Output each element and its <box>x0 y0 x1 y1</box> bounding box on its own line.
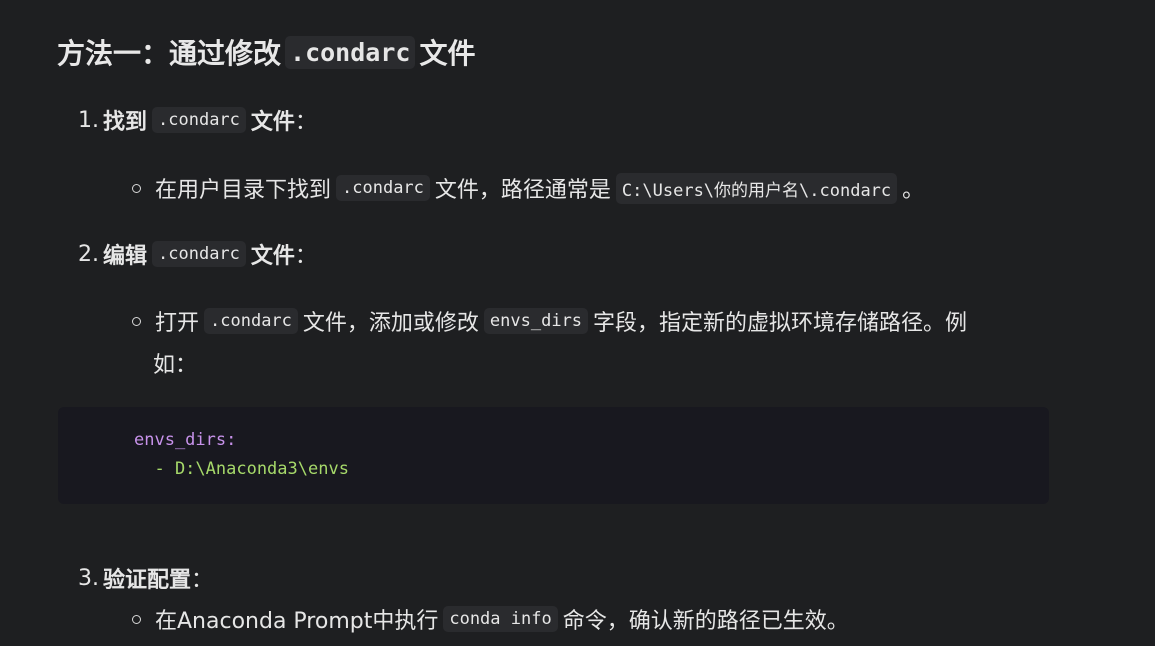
bullet-circle-icon <box>132 316 141 326</box>
step-title-text: 找到 <box>103 110 148 135</box>
step-number: 2. <box>78 241 99 267</box>
heading-inline-code: .condarc <box>285 35 416 69</box>
bullet-inline-code: conda info <box>443 606 558 632</box>
step-1-bullet: 在用户目录下找到 .condarc 文件，路径通常是 C:\Users\你的用户… <box>132 172 924 204</box>
step-title-text: 编辑 <box>103 244 148 269</box>
step-3-bullet: 在Anaconda Prompt中执行 conda info 命令，确认新的路径… <box>132 603 849 635</box>
bullet-continuation: 如： <box>153 353 198 378</box>
step-title-colon: ： <box>294 110 317 135</box>
bullet-text: 命令，确认新的路径已生效。 <box>562 609 849 634</box>
bullet-text: 文件，路径通常是 <box>434 178 611 203</box>
bullet-text: 。 <box>902 178 925 203</box>
bullet-text: 打开 <box>155 311 200 336</box>
step-3-title: 3. 验证配置 ： <box>78 562 213 594</box>
step-title-text: 文件 <box>250 110 295 135</box>
section-heading: 方法一：通过修改 .condarc 文件 <box>57 32 475 72</box>
code-line-value: - D:\Anaconda3\envs <box>134 459 349 479</box>
step-title-code: .condarc <box>152 241 246 267</box>
bullet-inline-code: envs_dirs <box>483 308 589 334</box>
step-2-title: 2. 编辑 .condarc 文件 ： <box>78 238 317 270</box>
step-title-colon: ： <box>191 568 214 593</box>
bullet-text: 在用户目录下找到 <box>155 178 332 203</box>
step-title-code: .condarc <box>152 107 246 133</box>
step-number: 1. <box>78 107 99 133</box>
step-2-bullet: 打开 .condarc 文件，添加或修改 envs_dirs 字段，指定新的虚拟… <box>132 305 967 337</box>
bullet-circle-icon <box>132 183 141 193</box>
code-line-key: envs_dirs: <box>134 430 237 450</box>
bullet-circle-icon <box>132 614 141 624</box>
bullet-text: 文件，添加或修改 <box>302 311 479 336</box>
bullet-text: 在Anaconda Prompt中执行 <box>155 609 439 634</box>
bullet-text: 字段，指定新的虚拟环境存储路径。例 <box>593 311 968 336</box>
heading-prefix: 方法一：通过修改 <box>57 37 282 70</box>
bullet-inline-code: .condarc <box>204 308 298 334</box>
step-1-title: 1. 找到 .condarc 文件 ： <box>78 104 317 136</box>
code-block: envs_dirs: - D:\Anaconda3\envs <box>58 407 1049 504</box>
bullet-inline-code: C:\Users\你的用户名\.condarc <box>615 172 898 204</box>
step-title-colon: ： <box>294 244 317 269</box>
step-title-text: 验证配置 <box>103 568 192 593</box>
step-number: 3. <box>78 565 99 591</box>
heading-suffix: 文件 <box>419 37 476 70</box>
bullet-inline-code: .condarc <box>336 175 430 201</box>
step-title-text: 文件 <box>250 244 295 269</box>
